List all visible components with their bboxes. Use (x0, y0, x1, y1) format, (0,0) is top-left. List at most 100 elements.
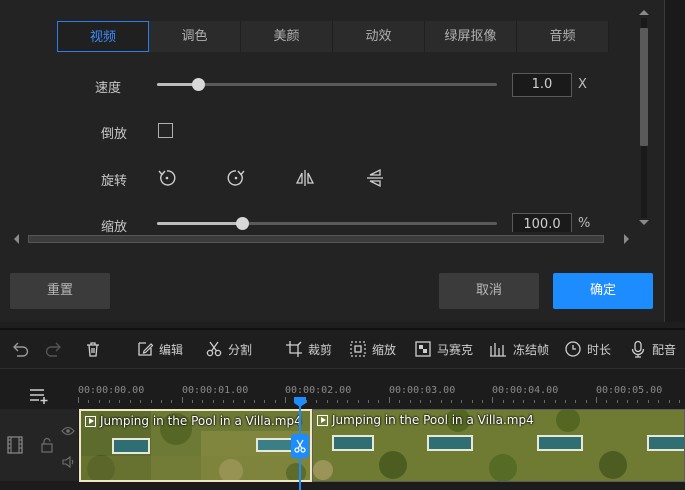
tab-color[interactable]: 调色 (149, 21, 241, 52)
ruler-tick (513, 400, 515, 403)
scale-slider-handle[interactable] (236, 217, 249, 230)
split-marker[interactable] (291, 434, 309, 458)
tab-motion[interactable]: 动效 (333, 21, 425, 52)
horizontal-scrollbar[interactable] (12, 232, 634, 246)
ruler-tick (368, 400, 370, 403)
dub-button[interactable]: 配音 (629, 338, 676, 360)
ruler-tick (78, 397, 79, 403)
ruler-tick (533, 400, 535, 403)
crop-button[interactable]: 裁剪 (285, 338, 332, 360)
playhead-handle[interactable] (294, 397, 306, 407)
ruler-tick (482, 400, 484, 403)
ruler-tick (347, 400, 349, 403)
ruler-tick (212, 400, 214, 403)
ruler-tick (202, 400, 204, 403)
vertical-scroll-thumb[interactable] (640, 28, 648, 146)
ruler-tick (388, 397, 390, 403)
mosaic-button[interactable]: 马赛克 (414, 338, 473, 360)
microphone-icon (631, 340, 645, 358)
ruler-tick (285, 397, 287, 403)
ruler-tick (409, 400, 411, 403)
duration-button[interactable]: 时长 (564, 338, 611, 360)
ruler-tick (461, 400, 463, 403)
timeline[interactable]: 00:00:00.00 00:00:01.00 00:00:02.00 00:0… (0, 368, 685, 490)
ruler-tick (564, 400, 566, 403)
video-file-icon (317, 414, 328, 426)
rotate-left-icon[interactable] (155, 166, 179, 190)
ruler-tick (440, 400, 442, 403)
ruler-tick (171, 400, 173, 403)
undo-icon[interactable] (10, 338, 35, 360)
video-file-icon (85, 415, 96, 427)
ruler-tick (243, 400, 245, 403)
ruler-tick (544, 400, 546, 403)
clip-name: Jumping in the Pool in a Villa.mp4 (100, 414, 302, 428)
speed-input[interactable]: 1.0 (512, 73, 572, 97)
ruler-tick (523, 400, 525, 403)
scroll-up-icon[interactable] (639, 10, 649, 15)
scale-unit: % (578, 216, 591, 231)
freeze-frame-button[interactable]: 冻结帧 (488, 338, 549, 360)
ruler-tick (160, 400, 162, 403)
horizontal-scroll-thumb[interactable] (28, 235, 604, 243)
rotate-label: 旋转 (101, 174, 128, 189)
ruler-tick (140, 400, 142, 403)
visibility-eye-icon[interactable] (61, 425, 75, 441)
flip-vertical-icon[interactable] (363, 166, 387, 190)
time-ruler[interactable]: 00:00:00.00 00:00:01.00 00:00:02.00 00:0… (78, 369, 685, 403)
video-settings-panel: 视频 调色 美颜 动效 绿屏抠像 音频 速度 1.0 X 倒放 旋转 缩放 10… (0, 0, 665, 322)
ruler-tick (223, 400, 225, 403)
reverse-checkbox[interactable] (158, 123, 173, 138)
cancel-button[interactable]: 取消 (439, 273, 539, 309)
video-clip-1[interactable]: Jumping in the Pool in a Villa.mp4 (79, 409, 312, 482)
ruler-tick (430, 400, 432, 403)
clock-icon (565, 341, 581, 357)
ruler-tick (233, 400, 235, 403)
rotate-right-icon[interactable] (224, 166, 248, 190)
vertical-scrollbar[interactable] (637, 10, 651, 230)
ruler-tick (596, 397, 597, 403)
ruler-tick (150, 400, 152, 403)
scale-slider[interactable] (157, 217, 497, 230)
audio-speaker-icon[interactable] (61, 455, 75, 473)
zoom-button[interactable]: 缩放 (349, 338, 396, 360)
ruler-tick (378, 400, 380, 403)
film-strip-icon (6, 436, 24, 458)
ruler-tick (585, 400, 587, 403)
ruler-tick (419, 400, 421, 403)
zoom-label: 缩放 (372, 342, 397, 357)
reset-button[interactable]: 重置 (10, 273, 110, 309)
flip-horizontal-icon[interactable] (293, 166, 317, 190)
split-label: 分割 (228, 342, 253, 357)
split-button[interactable]: 分割 (205, 338, 252, 360)
ruler-tick-label: 00:00:02.00 (285, 385, 352, 396)
mosaic-icon (415, 341, 431, 357)
tab-chroma-key[interactable]: 绿屏抠像 (425, 21, 517, 52)
ruler-tick (119, 400, 121, 403)
speed-slider[interactable] (157, 78, 497, 91)
scale-input[interactable]: 100.0 (512, 213, 572, 232)
delete-icon[interactable] (84, 338, 107, 360)
ruler-tick (471, 400, 473, 403)
edit-button[interactable]: 编辑 (136, 338, 183, 360)
tab-beauty[interactable]: 美颜 (241, 21, 333, 52)
scroll-right-icon[interactable] (624, 234, 629, 244)
ruler-tick (305, 400, 307, 403)
lock-icon[interactable] (40, 437, 54, 457)
confirm-button[interactable]: 确定 (553, 273, 653, 309)
ruler-tick (575, 400, 577, 403)
ruler-tick (668, 400, 670, 403)
speed-slider-handle[interactable] (191, 78, 205, 91)
scroll-left-icon[interactable] (14, 234, 19, 244)
freeze-frame-label: 冻结帧 (513, 342, 550, 357)
freeze-frame-icon (490, 343, 506, 357)
tab-video[interactable]: 视频 (57, 21, 149, 52)
redo-icon[interactable] (44, 338, 69, 360)
scroll-down-icon[interactable] (639, 220, 649, 225)
tab-audio[interactable]: 音频 (517, 21, 609, 52)
duration-label: 时长 (587, 342, 612, 357)
video-clip-2[interactable]: Jumping in the Pool in a Villa.mp4 (312, 409, 685, 482)
add-track-icon[interactable] (28, 387, 52, 409)
speed-label: 速度 (95, 81, 122, 96)
speed-unit: X (578, 77, 587, 92)
